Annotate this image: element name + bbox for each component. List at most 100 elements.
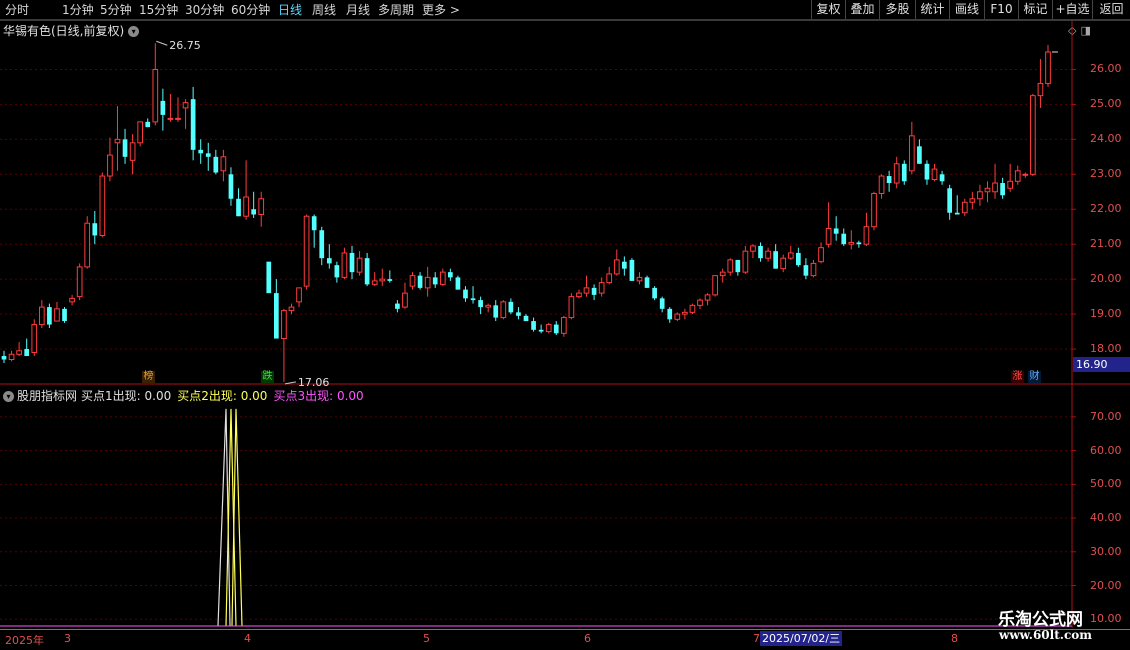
candle [493,300,499,322]
candle-body [371,280,378,285]
candle [545,322,552,334]
candle [560,315,567,337]
candle-body [122,139,128,157]
candle [606,266,613,285]
candle-body [167,117,174,120]
candle [319,226,325,266]
candle-body [848,241,855,245]
price-tick-label: 26.00 [1090,62,1122,76]
candle [1000,177,1005,199]
candle-body [568,296,575,319]
candle [198,139,204,164]
candle [129,134,136,175]
price-tick-label: 21.00 [1090,237,1122,251]
time-label-year: 2025年 [5,634,44,647]
candle [765,247,771,262]
candle [992,163,998,199]
candle [167,93,174,122]
price-tick-label: 23.00 [1090,167,1122,181]
candle-body [205,153,211,157]
candle [917,139,922,164]
candle [69,294,75,306]
candle [954,195,960,215]
indicator-name: 股朋指标网 [17,389,78,403]
candle [1014,165,1021,185]
candle-body [833,228,839,234]
candle [961,198,968,217]
candle [818,242,824,264]
high-price-label: 26.75 [169,39,201,52]
candle-body [190,99,196,150]
candlestick-series [1,43,1051,382]
indicator-tick-label: 40.00 [1090,511,1122,525]
candle-body [538,329,544,332]
candle-body [281,310,287,340]
candle-body [319,230,325,259]
candle-body [992,182,998,193]
candle-body [553,324,559,334]
candle [424,266,431,297]
candle-body [356,257,363,273]
candle [523,314,529,322]
candle-body [62,308,67,322]
candle [659,296,665,313]
candle [228,167,234,206]
candle [1007,163,1014,192]
candle-body [341,252,348,278]
candle [841,228,847,246]
candle-body [622,261,627,269]
candle [432,272,438,288]
candle-body [674,313,681,320]
price-tick-label: 22.00 [1090,202,1122,216]
candle [538,324,544,334]
candle-body [364,258,370,285]
candle [220,149,227,182]
candle [326,244,332,269]
candle-body [1014,170,1021,182]
candle [901,160,907,185]
candle-body [409,275,416,287]
candle [856,240,862,248]
marker-bang[interactable]: 榜 [142,371,155,383]
marker-fall[interactable]: 跌 [261,371,274,383]
candle [780,254,787,273]
candle-body [114,138,121,144]
candle-body [908,135,915,172]
candle [387,270,393,283]
candle [622,256,627,276]
candle-body [274,293,279,339]
indicator-tick-label: 50.00 [1090,477,1122,491]
candle-body [742,250,749,273]
candle-body [939,174,945,182]
candle [274,279,279,339]
candle-body [296,287,302,303]
candle [796,247,801,267]
candle [122,128,128,164]
watermark-url: www.60lt.com [999,628,1092,642]
candle [682,308,688,320]
candle-body [667,308,673,320]
candle-body [591,287,597,295]
candle [704,293,711,306]
candle-body [129,142,136,161]
candle-body [455,277,461,290]
marker-finance[interactable]: 财 [1028,371,1041,383]
candle-body [395,303,400,309]
candle-body [644,277,650,288]
candle-body [432,277,438,285]
candle-body [16,350,22,355]
candle [508,298,514,315]
indicator-tick-label: 10.00 [1090,612,1122,626]
price-tick-label: 18.00 [1090,342,1122,356]
candle [735,259,741,276]
marker-rise[interactable]: 涨 [1011,371,1024,383]
candle-body [8,353,15,361]
candle-body [652,287,657,299]
candle [667,307,673,323]
candle [160,88,166,131]
indicator-dropdown-icon[interactable]: ▾ [3,391,14,402]
candle-body [901,163,907,182]
candle-body [636,276,643,282]
candle [463,286,468,302]
candle-body [463,289,468,299]
